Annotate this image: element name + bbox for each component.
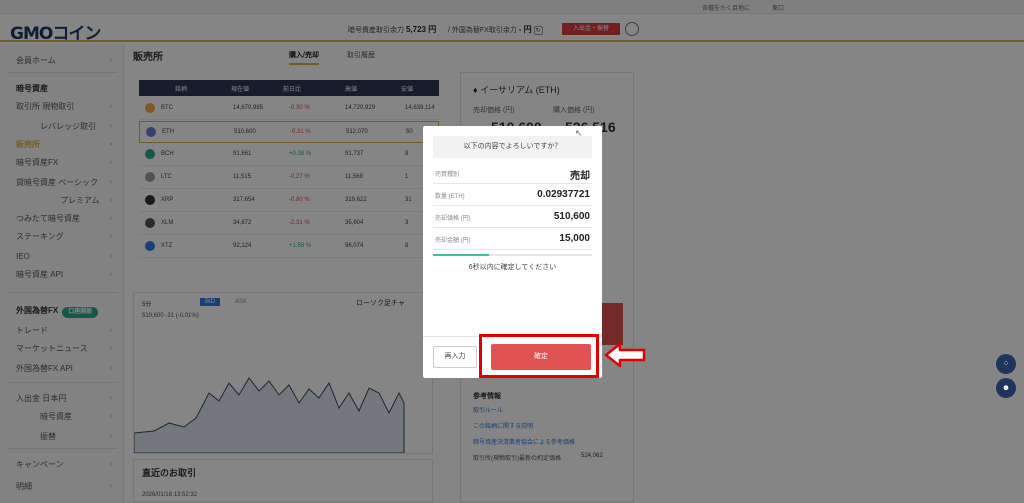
pointer-arrow-icon (604, 342, 646, 368)
countdown-note: 6秒以内に確定してください (468, 264, 557, 271)
row-label: 売買種別 (435, 172, 460, 178)
dialog-header: 以下の内容でよろしいですか？ (433, 136, 592, 158)
highlight-box (479, 334, 599, 378)
row-label: 数量 (ETH) (435, 194, 465, 200)
reenter-button[interactable]: 再入力 (433, 346, 477, 368)
row-label: 売却価格 (円) (435, 216, 471, 222)
row-label: 売却金額 (円) (435, 238, 471, 244)
row-sell-amount: 売却金額 (円) 15,000 (433, 228, 592, 250)
row-sell-price: 売却価格 (円) 510,600 (433, 206, 592, 228)
row-trade-type: 売買種別 売却 (433, 162, 592, 184)
countdown-bar (433, 254, 592, 256)
grid-icon[interactable]: ⁘ (996, 354, 1016, 374)
row-quantity: 数量 (ETH) 0.02937721 (433, 184, 592, 206)
chat-bot-icon[interactable]: ☻ (996, 378, 1016, 398)
row-value: 15,000 (559, 233, 590, 244)
cursor-icon: ↖ (575, 128, 583, 138)
countdown-fill (433, 254, 489, 256)
row-value: 0.02937721 (537, 189, 590, 200)
row-value: 売却 (570, 171, 590, 182)
row-value: 510,600 (553, 211, 590, 222)
